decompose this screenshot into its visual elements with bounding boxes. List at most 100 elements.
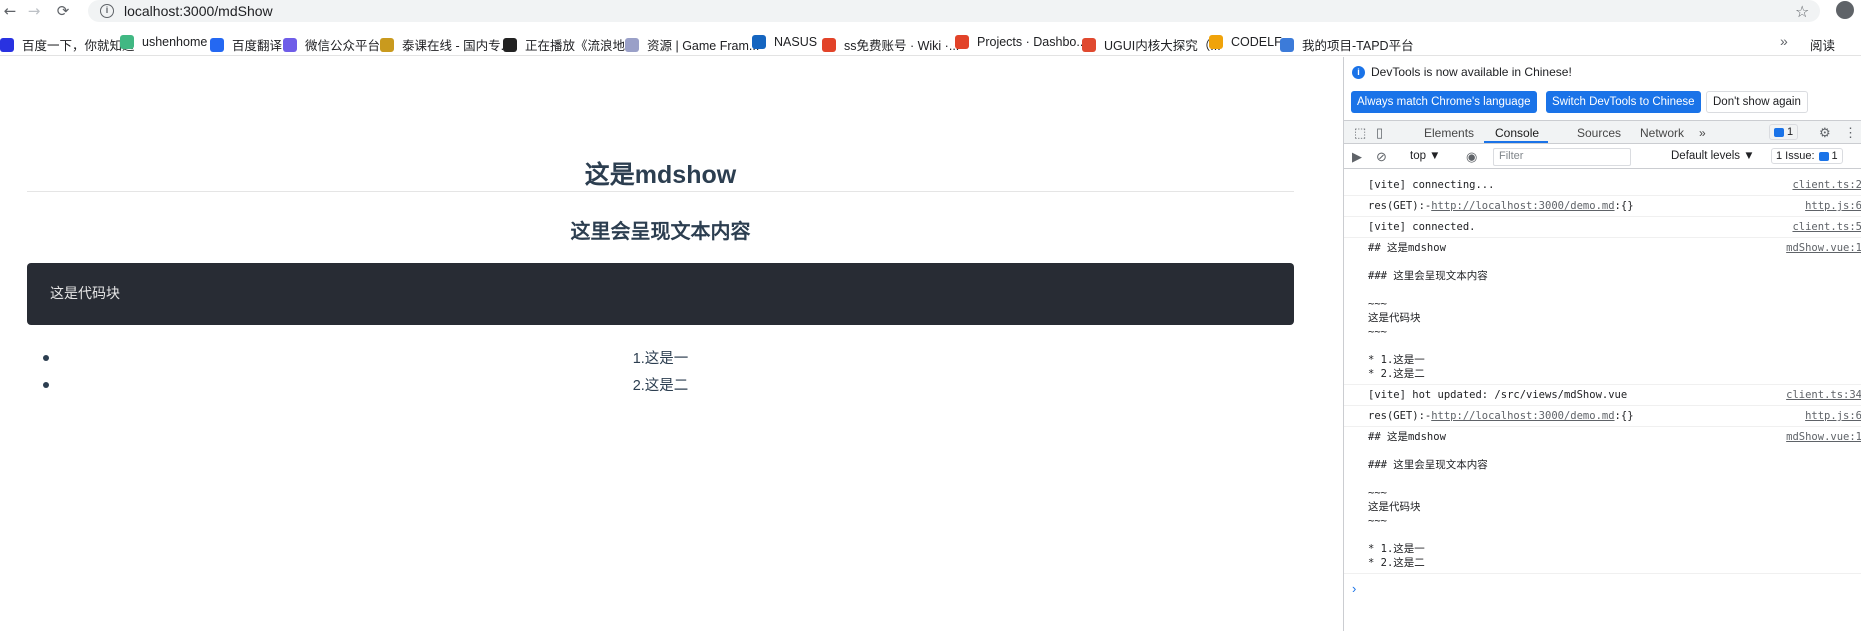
bookmark-item[interactable]: ushenhome: [120, 35, 207, 49]
page-heading: 这是mdshow: [584, 161, 737, 189]
tab-console[interactable]: Console: [1495, 126, 1539, 140]
console-source-link[interactable]: client.ts:5: [1792, 220, 1861, 234]
bookmark-item[interactable]: Projects · Dashbo...: [955, 35, 1087, 49]
settings-gear-icon[interactable]: ⚙: [1819, 125, 1831, 141]
console-message-text: ## 这是mdshow ### 这里会呈现文本内容 ~~~ 这是代码块 ~~~ …: [1368, 431, 1488, 569]
bookmark-favicon-icon: [1082, 37, 1096, 52]
active-tab-indicator: [1484, 141, 1548, 143]
console-toolbar: ▶ ⊘ top ▼ ◉ Filter Default levels ▼ 1 Is…: [1344, 145, 1861, 169]
bookmark-favicon-icon: [625, 37, 639, 52]
console-message-text: res(GET):-http://localhost:3000/demo.md:…: [1368, 200, 1634, 212]
log-levels-select[interactable]: Default levels ▼: [1671, 150, 1755, 162]
bookmark-item[interactable]: 百度翻译: [210, 35, 282, 54]
live-expression-eye-icon[interactable]: ◉: [1466, 149, 1477, 165]
bookmark-favicon-icon: [1280, 37, 1294, 52]
list-item-text: 2.这是二: [632, 378, 689, 394]
device-toolbar-icon[interactable]: ▯: [1376, 125, 1383, 141]
site-info-icon[interactable]: i: [100, 4, 114, 18]
bookmark-label: Projects · Dashbo...: [977, 35, 1087, 49]
bookmark-favicon-icon: [283, 37, 297, 52]
forward-arrow-icon[interactable]: →: [24, 1, 44, 21]
switch-chinese-button[interactable]: Switch DevTools to Chinese: [1546, 91, 1701, 113]
bookmark-favicon-icon: [120, 35, 134, 49]
console-message: [vite] connecting... client.ts:2: [1344, 175, 1861, 196]
bookmark-favicon-icon: [503, 37, 517, 52]
console-source-link[interactable]: client.ts:34: [1786, 388, 1861, 402]
dont-show-button[interactable]: Don't show again: [1706, 91, 1808, 113]
console-source-link[interactable]: mdShow.vue:1: [1786, 241, 1861, 255]
profile-avatar[interactable]: [1836, 1, 1854, 19]
info-icon: i: [1352, 65, 1365, 79]
console-url-link[interactable]: http://localhost:3000/demo.md: [1431, 200, 1614, 212]
bookmark-favicon-icon: [955, 35, 969, 49]
sidebar-toggle-icon[interactable]: ▶: [1352, 149, 1362, 165]
reload-icon[interactable]: ⟳: [53, 1, 73, 21]
bookmark-label: UGUI内核大探究（...: [1104, 39, 1221, 53]
inspect-element-icon[interactable]: ⬚: [1354, 125, 1366, 141]
bookmark-label: 资源 | Game Fram...: [647, 39, 760, 53]
message-icon: [1774, 127, 1784, 137]
console-prompt[interactable]: ›: [1352, 581, 1356, 596]
console-source-link[interactable]: http.js:6: [1805, 409, 1861, 423]
issues-badge[interactable]: 1 Issue: 1: [1771, 148, 1843, 164]
bookmarks-more-icon[interactable]: »: [1780, 33, 1788, 49]
bookmark-label: 微信公众平台: [305, 39, 381, 53]
console-message: [vite] hot updated: /src/views/mdShow.vu…: [1344, 385, 1861, 406]
bullet-icon: [43, 355, 49, 361]
bookmark-label: ushenhome: [142, 35, 208, 49]
bookmark-favicon-icon: [822, 37, 836, 52]
bookmark-favicon-icon: [1209, 35, 1223, 49]
bullet-list: 1.这是一 2.这是二: [27, 347, 1294, 401]
bookmark-item[interactable]: UGUI内核大探究（...: [1082, 35, 1221, 54]
console-source-link[interactable]: mdShow.vue:1: [1786, 430, 1861, 444]
bookmark-item[interactable]: 百度一下，你就知道: [0, 35, 135, 54]
bookmark-item[interactable]: 正在播放《流浪地...: [503, 35, 635, 54]
console-source-link[interactable]: client.ts:2: [1792, 178, 1861, 192]
bookmark-favicon-icon: [210, 37, 224, 52]
bookmark-item[interactable]: NASUS: [752, 35, 817, 49]
devtools-panel: i DevTools is now available in Chinese! …: [1343, 57, 1861, 631]
console-message: res(GET):-http://localhost:3000/demo.md:…: [1344, 406, 1861, 427]
bookmark-label: 百度翻译: [232, 39, 283, 53]
bullet-icon: [43, 382, 49, 388]
address-bar[interactable]: i localhost:3000/mdShow: [88, 0, 1820, 22]
messages-badge[interactable]: 1: [1769, 124, 1799, 140]
issue-icon: [1818, 151, 1829, 161]
console-filter-input[interactable]: Filter: [1493, 148, 1631, 166]
console-message-text: ## 这是mdshow ### 这里会呈现文本内容 ~~~ 这是代码块 ~~~ …: [1368, 242, 1488, 380]
more-tabs-icon[interactable]: »: [1699, 126, 1706, 140]
clear-console-icon[interactable]: ⊘: [1376, 149, 1387, 165]
more-options-icon[interactable]: ⋮: [1844, 125, 1857, 141]
bookmarks-bar: 百度一下，你就知道 ushenhome 百度翻译 微信公众平台 泰课在线 - 国内专..…: [0, 30, 1861, 56]
tab-network[interactable]: Network: [1640, 126, 1684, 140]
tab-sources[interactable]: Sources: [1577, 126, 1621, 140]
bookmark-item[interactable]: 微信公众平台: [283, 35, 380, 54]
console-message-text: [vite] connected.: [1368, 221, 1476, 233]
back-arrow-icon[interactable]: ←: [0, 1, 20, 21]
bookmark-label: 泰课在线 - 国内专...: [402, 39, 512, 53]
bookmark-star-icon[interactable]: ☆: [1795, 2, 1809, 21]
console-url-link[interactable]: http://localhost:3000/demo.md: [1431, 410, 1614, 422]
reading-list-button[interactable]: 阅读: [1810, 35, 1835, 54]
bookmark-label: 百度一下，你就知道: [22, 39, 135, 53]
match-language-button[interactable]: Always match Chrome's language: [1351, 91, 1537, 113]
code-text: 这是代码块: [50, 285, 120, 301]
bookmark-item[interactable]: 我的项目-TAPD平台: [1280, 35, 1414, 54]
bookmark-item[interactable]: ss免费账号 · Wiki ·...: [822, 35, 959, 54]
context-select[interactable]: top ▼: [1410, 150, 1441, 162]
console-message: ## 这是mdshow ### 这里会呈现文本内容 ~~~ 这是代码块 ~~~ …: [1344, 238, 1861, 385]
console-message: res(GET):-http://localhost:3000/demo.md:…: [1344, 196, 1861, 217]
list-item: 2.这是二: [27, 374, 1294, 401]
heading-divider: [27, 191, 1294, 192]
tab-elements[interactable]: Elements: [1424, 126, 1474, 140]
bookmark-item[interactable]: 泰课在线 - 国内专...: [380, 35, 511, 54]
list-item: 1.这是一: [27, 347, 1294, 374]
console-message-text: [vite] connecting...: [1368, 179, 1495, 191]
console-message-text: [vite] hot updated: /src/views/mdShow.vu…: [1368, 389, 1628, 401]
browser-toolbar: ← → ⟳ i localhost:3000/mdShow ☆: [0, 0, 1861, 24]
bookmark-item[interactable]: 资源 | Game Fram...: [625, 35, 759, 54]
bookmark-label: CODELF: [1231, 35, 1282, 49]
bookmark-item[interactable]: CODELF: [1209, 35, 1282, 49]
bookmark-label: ss免费账号 · Wiki ·...: [844, 39, 960, 53]
console-source-link[interactable]: http.js:6: [1805, 199, 1861, 213]
